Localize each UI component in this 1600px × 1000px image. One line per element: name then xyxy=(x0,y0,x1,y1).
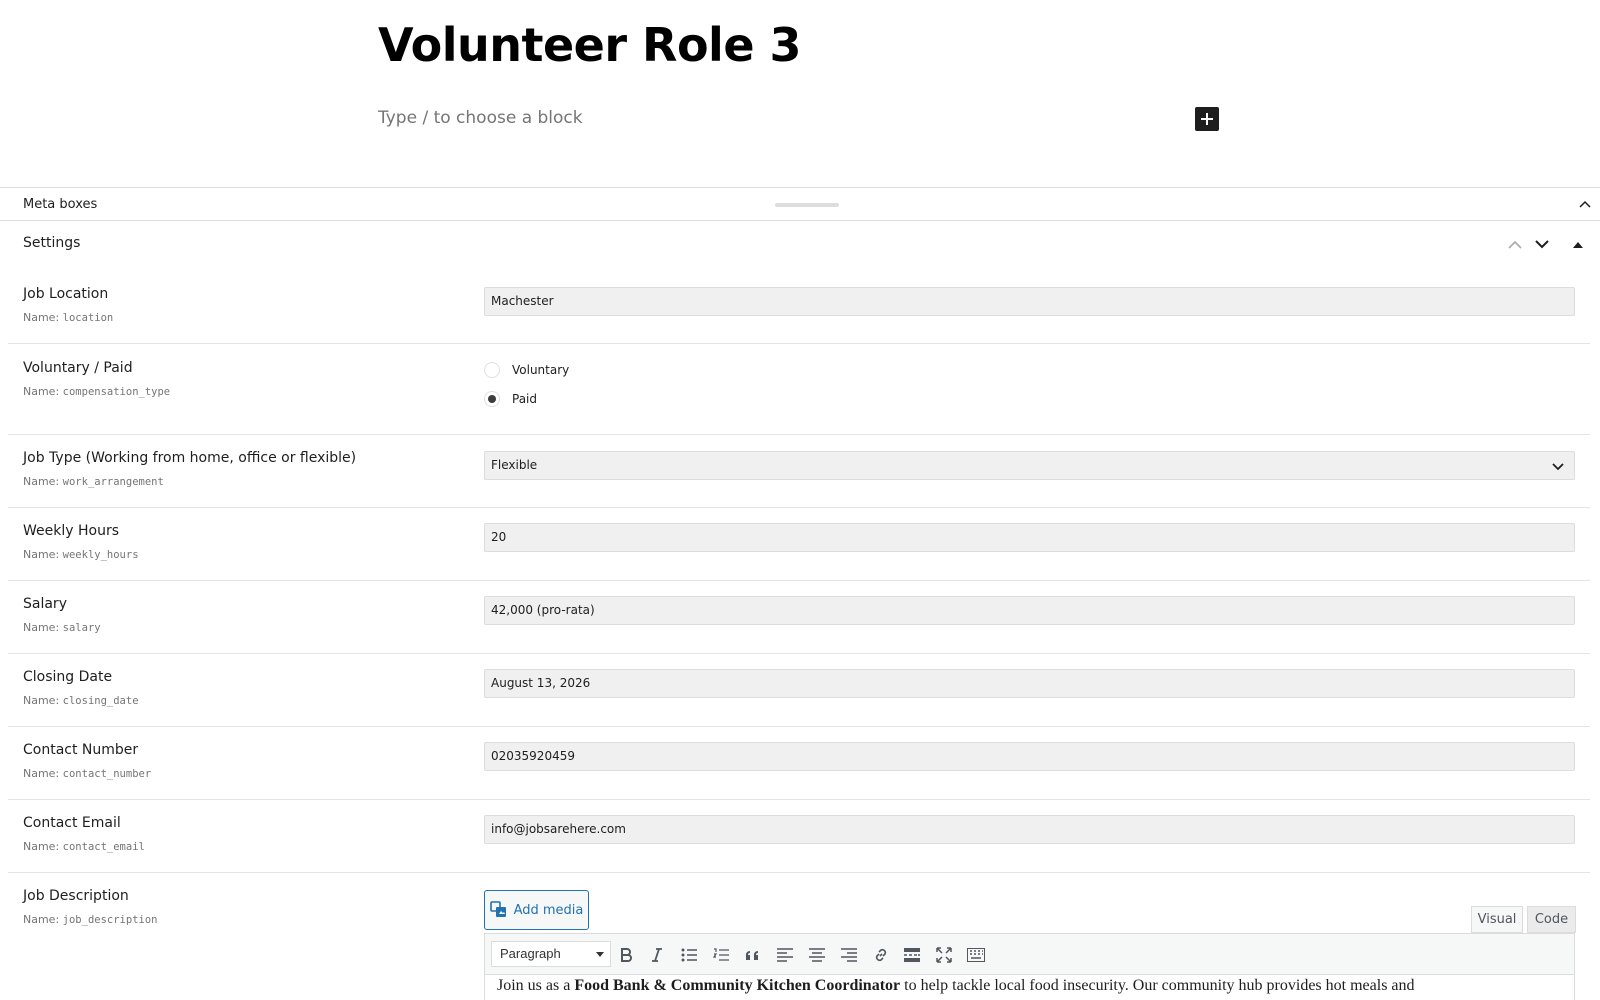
format-select-value: Paragraph xyxy=(500,946,561,961)
insert-link-button[interactable] xyxy=(869,943,893,967)
triangle-up-icon xyxy=(1573,241,1583,248)
italic-icon xyxy=(652,948,662,962)
block-inserter-button[interactable] xyxy=(1195,107,1219,131)
bullet-list-icon xyxy=(681,948,697,962)
blockquote-button[interactable] xyxy=(741,943,765,967)
settings-panel-header: Settings xyxy=(0,222,1600,266)
block-placeholder[interactable]: Type / to choose a block xyxy=(378,108,583,128)
field-label: Salary xyxy=(23,596,67,612)
field-label: Weekly Hours xyxy=(23,523,119,539)
field-label: Job Description xyxy=(23,888,129,904)
radio-label: Paid xyxy=(512,392,538,406)
bold-icon xyxy=(621,948,632,962)
location-input[interactable]: Machester xyxy=(484,287,1575,316)
dropdown-arrow-icon xyxy=(596,952,604,957)
quote-icon xyxy=(745,950,758,960)
tab-code[interactable]: Code xyxy=(1527,906,1576,933)
field-name: Name: job_description xyxy=(23,913,158,926)
radio-button-checked[interactable] xyxy=(484,391,500,407)
field-name: Name: closing_date xyxy=(23,694,139,707)
move-up-button[interactable] xyxy=(1505,234,1525,254)
align-left-button[interactable] xyxy=(773,943,797,967)
metabox-header: Meta boxes xyxy=(0,187,1600,221)
read-more-button[interactable] xyxy=(900,943,924,967)
bold-button[interactable] xyxy=(614,943,638,967)
editor-canvas: Volunteer Role 3 Type / to choose a bloc… xyxy=(0,0,1600,187)
field-row-compensation: Voluntary / Paid Name: compensation_type xyxy=(8,344,1590,435)
weekly-hours-input[interactable]: 20 xyxy=(484,523,1575,552)
radio-paid[interactable]: Paid xyxy=(484,391,537,407)
align-left-icon xyxy=(777,948,793,962)
italic-button[interactable] xyxy=(645,943,669,967)
fullscreen-icon xyxy=(936,947,952,963)
fullscreen-button[interactable] xyxy=(932,943,956,967)
field-name: Name: location xyxy=(23,311,114,324)
editor-content-area[interactable]: Join us as a Food Bank & Community Kitch… xyxy=(484,975,1575,1000)
chevron-up-icon xyxy=(1508,240,1522,249)
move-down-button[interactable] xyxy=(1532,234,1552,254)
editor-toolbar: Paragraph xyxy=(484,933,1575,975)
field-name: Name: contact_number xyxy=(23,767,152,780)
field-label: Closing Date xyxy=(23,669,113,685)
metabox-title: Meta boxes xyxy=(23,197,98,212)
field-name: Name: weekly_hours xyxy=(23,548,139,561)
toolbar-toggle-button[interactable] xyxy=(964,943,988,967)
salary-input[interactable]: 42,000 (pro-rata) xyxy=(484,596,1575,625)
read-more-icon xyxy=(904,948,920,962)
resize-handle[interactable] xyxy=(775,203,839,207)
post-title[interactable]: Volunteer Role 3 xyxy=(378,18,802,72)
field-label: Contact Number xyxy=(23,742,139,758)
field-name: Name: contact_email xyxy=(23,840,145,853)
field-label: Job Location xyxy=(23,286,109,302)
editor-content-text: Join us as a Food Bank & Community Kitch… xyxy=(497,977,1415,994)
metabox-toggle-button[interactable] xyxy=(1576,195,1594,213)
contact-number-input[interactable]: 02035920459 xyxy=(484,742,1575,771)
field-label: Contact Email xyxy=(23,815,121,831)
keyboard-icon xyxy=(967,948,985,962)
bullet-list-button[interactable] xyxy=(677,943,701,967)
align-right-button[interactable] xyxy=(837,943,861,967)
chevron-down-icon xyxy=(1552,463,1564,471)
numbered-list-icon xyxy=(713,948,729,961)
work-arrangement-select[interactable]: Flexible xyxy=(484,451,1575,480)
link-icon xyxy=(875,948,887,962)
radio-button[interactable] xyxy=(484,362,500,378)
format-select[interactable]: Paragraph xyxy=(491,941,611,967)
align-center-button[interactable] xyxy=(805,943,829,967)
media-icon xyxy=(489,901,506,917)
numbered-list-button[interactable] xyxy=(709,943,733,967)
align-center-icon xyxy=(809,948,825,962)
field-label: Voluntary / Paid xyxy=(23,360,133,376)
collapse-panel-button[interactable] xyxy=(1568,234,1588,254)
field-name: Name: salary xyxy=(23,621,101,634)
settings-title: Settings xyxy=(23,235,81,251)
closing-date-input[interactable]: August 13, 2026 xyxy=(484,669,1575,698)
add-media-label: Add media xyxy=(513,902,584,918)
chevron-up-icon xyxy=(1579,200,1591,208)
add-media-button[interactable]: Add media xyxy=(484,890,589,930)
radio-voluntary[interactable]: Voluntary xyxy=(484,362,569,378)
chevron-down-icon xyxy=(1535,239,1549,248)
plus-icon xyxy=(1201,113,1213,125)
align-right-icon xyxy=(841,948,857,962)
radio-label: Voluntary xyxy=(512,363,570,377)
field-name: Name: work_arrangement xyxy=(23,475,164,488)
field-label: Job Type (Working from home, office or f… xyxy=(23,450,357,466)
contact-email-input[interactable]: info@jobsarehere.com xyxy=(484,815,1575,844)
tab-visual[interactable]: Visual xyxy=(1471,906,1523,933)
field-name: Name: compensation_type xyxy=(23,385,171,398)
select-value: Flexible xyxy=(491,458,538,472)
